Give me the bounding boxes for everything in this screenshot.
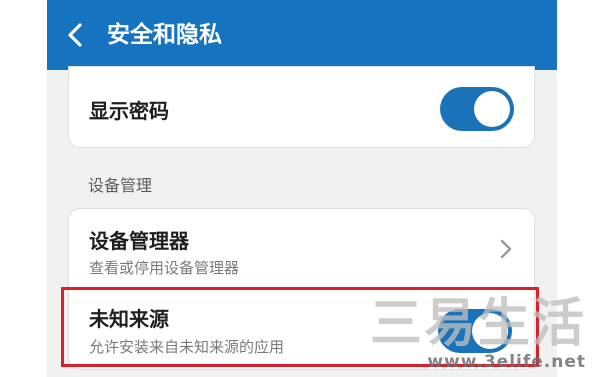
device-admin-title: 设备管理器 (89, 229, 189, 253)
page-title: 安全和隐私 (107, 22, 222, 48)
show-password-card: 显示密码 (68, 66, 535, 148)
device-admin-subtitle: 查看或停用设备管理器 (89, 259, 240, 277)
show-password-toggle[interactable] (440, 87, 514, 131)
left-margin (0, 0, 47, 377)
app-header: 安全和隐私 (47, 0, 557, 70)
show-password-label: 显示密码 (89, 99, 169, 123)
device-admin-row[interactable]: 设备管理器 查看或停用设备管理器 (69, 209, 534, 287)
chevron-right-icon (500, 239, 512, 259)
highlight-box (61, 287, 539, 367)
show-password-row[interactable]: 显示密码 (69, 67, 534, 149)
back-arrow-icon[interactable] (63, 22, 89, 48)
right-margin (557, 0, 600, 377)
toggle-knob (474, 91, 510, 127)
section-heading: 设备管理 (88, 176, 153, 195)
